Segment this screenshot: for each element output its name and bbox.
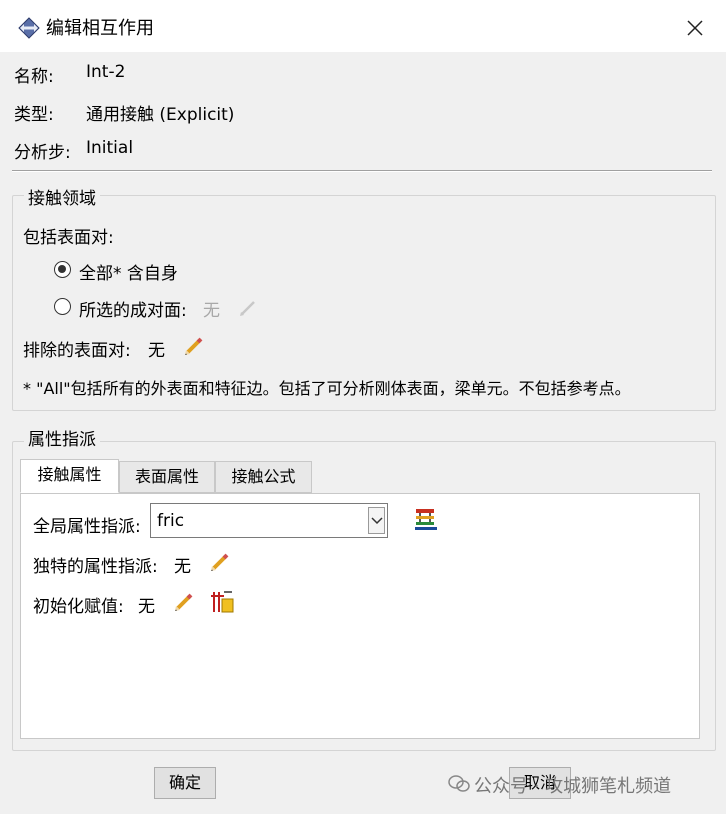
property-assignment-legend: 属性指派 (24, 425, 100, 450)
radio-selected-pairs-label[interactable]: 所选的成对面: (79, 296, 187, 321)
watermark-text: 公众号 · 攻城狮笔札频道 (474, 776, 672, 797)
include-surface-pairs-label: 包括表面对: (23, 228, 114, 248)
tab-contact-formulation[interactable]: 接触公式 (215, 461, 312, 493)
initialization-value: 无 (138, 597, 155, 617)
close-icon[interactable] (684, 17, 706, 39)
wechat-icon (448, 775, 470, 792)
separator (12, 170, 712, 172)
type-label: 类型: (14, 105, 54, 125)
title-bar: 编辑相互作用 (0, 0, 726, 52)
exclude-surface-pairs-value: 无 (148, 341, 165, 361)
edit-pencil-icon-disabled (240, 301, 255, 316)
tab-surface-property[interactable]: 表面属性 (119, 461, 215, 493)
name-label: 名称: (14, 67, 54, 87)
step-value: Initial (86, 138, 134, 158)
unique-property-label: 独特的属性指派: (33, 557, 158, 577)
initialization-label: 初始化赋值: (33, 597, 124, 617)
edit-pencil-icon[interactable] (182, 336, 204, 358)
chevron-down-icon (371, 517, 383, 525)
contact-domain-legend: 接触领域 (24, 184, 100, 209)
dropdown-button[interactable] (368, 507, 385, 534)
abaqus-app-icon (18, 17, 40, 39)
radio-selected-pairs[interactable] (54, 298, 71, 315)
contact-domain-note: * "All"包括所有的外表面和特征边。包括了可分析刚体表面，梁单元。不包括参考… (23, 379, 631, 398)
step-label: 分析步: (14, 143, 71, 163)
edit-pencil-icon[interactable] (208, 552, 230, 574)
radio-all-label[interactable]: 全部* 含自身 (79, 259, 178, 284)
global-property-value: fric (157, 511, 185, 531)
edit-pencil-icon[interactable] (172, 592, 194, 614)
initialization-manager-icon[interactable] (210, 589, 236, 615)
tab-contact-property[interactable]: 接触属性 (20, 459, 119, 493)
property-manager-icon[interactable] (413, 507, 439, 531)
radio-all[interactable] (54, 261, 71, 278)
name-value: Int-2 (86, 62, 126, 82)
type-value: 通用接触 (Explicit) (86, 105, 235, 125)
exclude-surface-pairs-label: 排除的表面对: (23, 341, 131, 361)
dialog-title: 编辑相互作用 (46, 18, 154, 39)
global-property-select[interactable]: fric (150, 503, 388, 538)
ok-button[interactable]: 确定 (154, 767, 216, 799)
unique-property-value: 无 (174, 557, 191, 577)
selected-pairs-value: 无 (203, 301, 220, 321)
global-property-label: 全局属性指派: (33, 517, 141, 537)
